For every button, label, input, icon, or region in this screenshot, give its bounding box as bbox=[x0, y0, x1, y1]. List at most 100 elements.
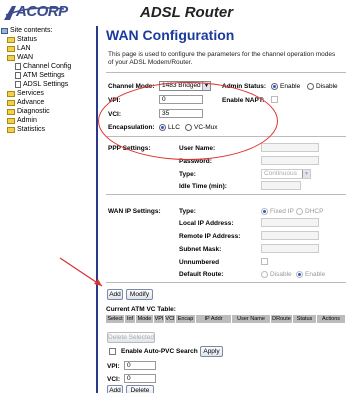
sidebar-item-label[interactable]: Services bbox=[17, 89, 44, 98]
column-header: Encap bbox=[176, 315, 196, 323]
divider bbox=[106, 72, 346, 73]
auto-pvc-checkbox[interactable] bbox=[109, 348, 116, 355]
admin-status-enable-radio[interactable] bbox=[271, 83, 278, 90]
divider bbox=[106, 194, 346, 195]
column-header: VPI bbox=[154, 315, 165, 323]
sidebar-item-label[interactable]: ADSL Settings bbox=[23, 80, 68, 89]
atm-vc-table-header: Select Inf Mode VPI VCI Encap IP Addr Us… bbox=[106, 315, 346, 323]
idle-time-label: Idle Time (min): bbox=[179, 183, 227, 190]
sidebar-item-label[interactable]: Admin bbox=[17, 116, 37, 125]
column-header: DRoute bbox=[271, 315, 293, 323]
sidebar-item-channel-config[interactable]: Channel Config bbox=[1, 62, 96, 71]
subnet-mask-label: Subnet Mask: bbox=[179, 246, 222, 253]
sidebar-item-wan[interactable]: WAN bbox=[1, 53, 96, 62]
admin-status-disable-label: Disable bbox=[316, 83, 338, 90]
modify-button[interactable]: Modify bbox=[126, 289, 153, 300]
admin-status-disable-radio[interactable] bbox=[307, 83, 314, 90]
sidebar-item-admin[interactable]: Admin bbox=[1, 116, 96, 125]
default-route-enable-radio[interactable] bbox=[296, 271, 303, 278]
sidebar-item-label: Site contents: bbox=[10, 27, 53, 34]
idle-time-input[interactable] bbox=[261, 181, 301, 190]
column-header: Status bbox=[293, 315, 317, 323]
folder-icon bbox=[7, 36, 15, 43]
dhcp-radio[interactable] bbox=[296, 208, 303, 215]
ppp-type-label: Type: bbox=[179, 171, 196, 178]
folder-icon bbox=[7, 99, 15, 106]
dhcp-label: DHCP bbox=[305, 208, 324, 215]
annotation-arrow-icon bbox=[59, 257, 103, 287]
enable-napt-checkbox[interactable] bbox=[271, 96, 278, 103]
sidebar-item-label[interactable]: Diagnostic bbox=[17, 107, 50, 116]
chevron-down-icon: ▼ bbox=[302, 170, 310, 178]
folder-icon bbox=[7, 117, 15, 124]
atm-table-title: Current ATM VC Table: bbox=[106, 306, 176, 313]
page-icon bbox=[15, 72, 21, 79]
column-header: User Name bbox=[232, 315, 271, 323]
remote-ip-label: Remote IP Address: bbox=[179, 233, 241, 240]
fixed-ip-label: Fixed IP bbox=[270, 208, 294, 215]
folder-icon bbox=[7, 45, 15, 52]
sidebar-item-label[interactable]: Advance bbox=[17, 98, 44, 107]
local-ip-input[interactable] bbox=[261, 218, 319, 227]
delete-selected-button[interactable]: Delete Selected bbox=[107, 332, 155, 343]
fixed-ip-radio[interactable] bbox=[261, 208, 268, 215]
page-title: WAN Configuration bbox=[106, 27, 235, 43]
app-title: ADSL Router bbox=[140, 4, 234, 21]
sidebar-item-label[interactable]: WAN bbox=[17, 53, 33, 62]
ppp-type-select[interactable]: Continuous ▼ bbox=[261, 169, 311, 179]
sidebar-item-site-contents: Site contents: bbox=[1, 26, 96, 35]
subnet-mask-input[interactable] bbox=[261, 244, 319, 253]
column-header: Select bbox=[106, 315, 125, 323]
default-route-label: Default Route: bbox=[179, 271, 224, 278]
sidebar-item-label[interactable]: LAN bbox=[17, 44, 31, 53]
bottom-delete-button[interactable]: Delete bbox=[126, 385, 154, 393]
bottom-vci-input[interactable]: 0 bbox=[124, 374, 156, 383]
bottom-vci-label: VCI: bbox=[107, 376, 120, 383]
default-route-disable-radio[interactable] bbox=[261, 271, 268, 278]
sidebar-item-status[interactable]: Status bbox=[1, 35, 96, 44]
remote-ip-input[interactable] bbox=[261, 231, 319, 240]
sidebar-item-label[interactable]: Status bbox=[17, 35, 37, 44]
column-header: Actions bbox=[317, 315, 346, 323]
sidebar-item-label[interactable]: Channel Config bbox=[23, 62, 71, 71]
sidebar-item-label[interactable]: Statistics bbox=[17, 125, 45, 134]
bottom-add-button[interactable]: Add bbox=[107, 385, 123, 393]
unnumbered-checkbox[interactable] bbox=[261, 258, 268, 265]
sidebar-item-atm-settings[interactable]: ATM Settings bbox=[1, 71, 96, 80]
local-ip-label: Local IP Address: bbox=[179, 220, 234, 227]
highlight-ellipse bbox=[98, 82, 278, 160]
sidebar-item-label[interactable]: ATM Settings bbox=[23, 71, 65, 80]
sidebar-item-advance[interactable]: Advance bbox=[1, 98, 96, 107]
username-input[interactable] bbox=[261, 143, 319, 152]
computer-icon bbox=[1, 27, 8, 34]
column-header: Inf bbox=[125, 315, 136, 323]
column-header: Mode bbox=[136, 315, 154, 323]
wan-ip-settings-label: WAN IP Settings: bbox=[108, 208, 161, 215]
apply-button[interactable]: Apply bbox=[200, 346, 223, 357]
bottom-vpi-input[interactable]: 0 bbox=[124, 361, 156, 370]
add-button[interactable]: Add bbox=[107, 289, 123, 300]
auto-pvc-label: Enable Auto-PVC Search bbox=[121, 348, 198, 355]
unnumbered-label: Unnumbered bbox=[179, 259, 220, 266]
page-icon bbox=[15, 81, 21, 88]
column-header: VCI bbox=[165, 315, 176, 323]
sidebar-item-services[interactable]: Services bbox=[1, 89, 96, 98]
column-header: IP Addr bbox=[196, 315, 232, 323]
bottom-vpi-label: VPI: bbox=[107, 363, 120, 370]
page-description: This page is used to configure the param… bbox=[108, 51, 336, 66]
wan-ip-type-label: Type: bbox=[179, 208, 196, 215]
logo-text: ACORP bbox=[16, 3, 68, 20]
folder-icon bbox=[7, 108, 15, 115]
password-input[interactable] bbox=[261, 156, 319, 165]
ppp-type-value: Continuous bbox=[264, 170, 297, 177]
divider bbox=[106, 282, 346, 283]
folder-open-icon bbox=[7, 54, 15, 61]
sidebar-item-statistics[interactable]: Statistics bbox=[1, 125, 96, 134]
header: ACORP ADSL Router bbox=[0, 0, 346, 26]
default-route-enable-label: Enable bbox=[305, 271, 326, 278]
folder-icon bbox=[7, 90, 15, 97]
sidebar-item-diagnostic[interactable]: Diagnostic bbox=[1, 107, 96, 116]
sidebar-item-lan[interactable]: LAN bbox=[1, 44, 96, 53]
sidebar-item-adsl-settings[interactable]: ADSL Settings bbox=[1, 80, 96, 89]
page-icon bbox=[15, 63, 21, 70]
